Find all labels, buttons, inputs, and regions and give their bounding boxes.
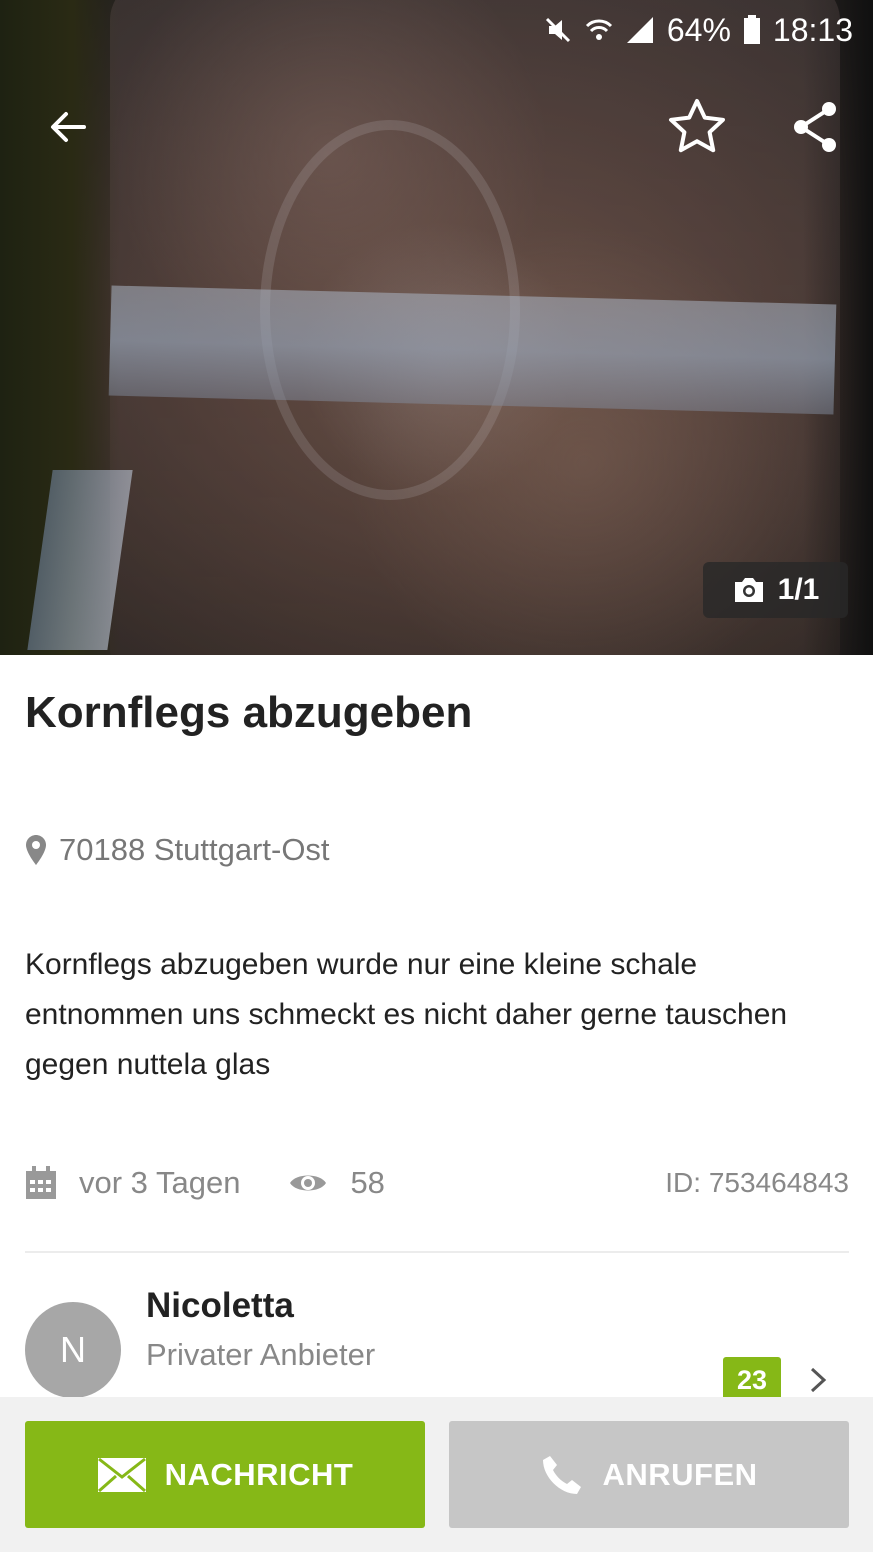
- battery-percent: 64%: [666, 11, 731, 48]
- signal-icon: [625, 15, 655, 45]
- seller-card[interactable]: N Nicoletta Privater Anbieter 23: [25, 1282, 849, 1403]
- arrow-back-icon: [51, 112, 86, 142]
- share-icon: [794, 102, 836, 152]
- location-pin-icon: [26, 835, 46, 865]
- message-button-label: NACHRICHT: [164, 1456, 354, 1492]
- mute-icon: [543, 15, 573, 45]
- divider: [25, 1251, 849, 1253]
- share-button[interactable]: [783, 95, 847, 159]
- action-bar: NACHRICHT ANRUFEN: [0, 1397, 873, 1552]
- photo-band: [108, 285, 837, 415]
- star-outline-icon: [669, 99, 725, 153]
- photo-counter-text: 1/1: [777, 573, 820, 606]
- message-button[interactable]: NACHRICHT: [25, 1421, 425, 1528]
- listing-id: ID: 753464843: [665, 1167, 849, 1198]
- posted-date: vor 3 Tagen: [25, 1165, 240, 1201]
- battery-icon: [743, 15, 761, 45]
- phone-icon: [543, 1455, 582, 1494]
- view-count: 58: [288, 1165, 385, 1201]
- listing-description: Kornflegs abzugeben wurde nur eine klein…: [25, 948, 788, 1081]
- eye-icon: [290, 1175, 327, 1191]
- listing-meta: vor 3 Tagen 58 ID: 753464843: [25, 1158, 849, 1208]
- listing-location[interactable]: 70188 Stuttgart-Ost: [25, 832, 330, 868]
- favorite-button[interactable]: [665, 95, 729, 159]
- camera-icon: [734, 578, 763, 602]
- location-text: 70188 Stuttgart-Ost: [59, 832, 330, 867]
- calendar-icon: [26, 1166, 56, 1199]
- seller-type: Privater Anbieter: [146, 1337, 376, 1372]
- clock: 18:13: [772, 11, 853, 48]
- back-button[interactable]: [36, 95, 100, 159]
- posted-date-text: vor 3 Tagen: [79, 1165, 241, 1200]
- status-bar: 64% 18:13: [543, 10, 853, 50]
- listing-photo[interactable]: [0, 0, 873, 655]
- listing-title: Kornflegs abzugeben: [25, 688, 473, 737]
- chevron-right-icon[interactable]: [803, 1365, 833, 1395]
- photo-counter: 1/1: [703, 562, 848, 618]
- call-button-label: ANRUFEN: [602, 1456, 758, 1492]
- avatar: N: [25, 1302, 121, 1398]
- seller-name: Nicoletta: [146, 1286, 294, 1325]
- envelope-icon: [97, 1457, 146, 1492]
- call-button[interactable]: ANRUFEN: [449, 1421, 849, 1528]
- wifi-icon: [585, 15, 613, 45]
- view-count-text: 58: [350, 1165, 385, 1200]
